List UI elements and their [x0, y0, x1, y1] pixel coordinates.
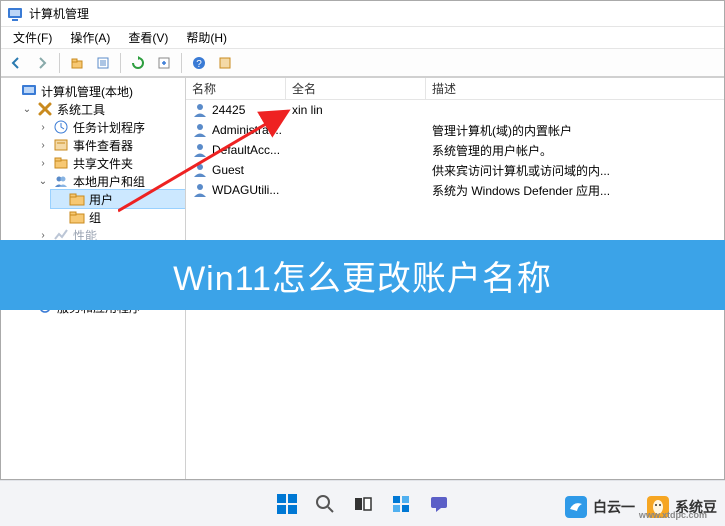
tree-node-label: 共享文件夹 [73, 155, 133, 172]
widgets-button[interactable] [387, 490, 415, 518]
export-button[interactable] [153, 52, 175, 74]
watermark-baiyun: 白云一 [565, 496, 635, 518]
user-icon [192, 142, 208, 158]
folder-icon [69, 209, 85, 225]
cell-description: 供来宾访问计算机或访问域的内... [426, 162, 724, 179]
bird-icon [565, 496, 587, 518]
list-item[interactable]: WDAGUtili... 系统为 Windows Defender 应用... [186, 180, 724, 200]
refresh-button[interactable] [127, 52, 149, 74]
cell-description: 管理计算机(域)的内置帐户 [426, 122, 724, 139]
event-icon [53, 137, 69, 153]
tree-node-label: 本地用户和组 [73, 173, 145, 190]
tree-node-task-scheduler[interactable]: › 任务计划程序 [35, 118, 185, 136]
menu-help[interactable]: 帮助(H) [178, 27, 235, 48]
menu-view[interactable]: 查看(V) [120, 27, 176, 48]
user-icon [192, 182, 208, 198]
window-title: 计算机管理 [29, 5, 89, 22]
list-item[interactable]: Administrat... 管理计算机(域)的内置帐户 [186, 120, 724, 140]
user-icon [192, 162, 208, 178]
banner-text: Win11怎么更改账户名称 [173, 251, 552, 300]
users-groups-icon [53, 173, 69, 189]
tree-node-event-viewer[interactable]: › 事件查看器 [35, 136, 185, 154]
menu-action[interactable]: 操作(A) [62, 27, 118, 48]
expander-icon[interactable]: › [37, 157, 49, 169]
list-body: 24425 xin lin Administrat... 管理计算机(域)的内置… [186, 100, 724, 200]
properties-button[interactable] [92, 52, 114, 74]
list-item[interactable]: 24425 xin lin [186, 100, 724, 120]
menu-file[interactable]: 文件(F) [5, 27, 60, 48]
expander-icon[interactable]: › [37, 139, 49, 151]
view-options-button[interactable] [214, 52, 236, 74]
tree-node-label: 用户 [89, 191, 113, 208]
titlebar[interactable]: 计算机管理 [1, 1, 724, 27]
back-button[interactable] [5, 52, 27, 74]
help-button[interactable]: ? [188, 52, 210, 74]
list-item[interactable]: DefaultAcc... 系统管理的用户帐户。 [186, 140, 724, 160]
chat-button[interactable] [425, 490, 453, 518]
start-button[interactable] [273, 490, 301, 518]
clock-icon [53, 119, 69, 135]
toolbar: ? [1, 49, 724, 77]
shared-folder-icon [53, 155, 69, 171]
task-view-button[interactable] [349, 490, 377, 518]
tree-node-label: 任务计划程序 [73, 119, 145, 136]
watermark-text: 白云一 [593, 497, 635, 517]
tools-icon [37, 101, 53, 117]
up-button[interactable] [66, 52, 88, 74]
cell-name: 24425 [212, 103, 245, 117]
svg-text:?: ? [196, 59, 202, 70]
toolbar-separator [120, 53, 121, 73]
tree-node-local-users-groups[interactable]: ⌄ 本地用户和组 [35, 172, 185, 190]
list-header: 名称 全名 描述 [186, 78, 724, 100]
watermark-xitongdou: 系统豆 www.xtdpc.com [647, 496, 717, 518]
cell-description: 系统为 Windows Defender 应用... [426, 182, 724, 199]
list-item[interactable]: Guest 供来宾访问计算机或访问域的内... [186, 160, 724, 180]
forward-button[interactable] [31, 52, 53, 74]
expander-icon[interactable]: ⌄ [21, 103, 33, 115]
column-header-description[interactable]: 描述 [426, 78, 724, 99]
toolbar-separator [59, 53, 60, 73]
expander-icon[interactable]: › [37, 121, 49, 133]
cell-fullname: xin lin [286, 103, 426, 117]
cell-name: Guest [212, 163, 244, 177]
cell-name: Administrat... [212, 123, 282, 137]
search-button[interactable] [311, 490, 339, 518]
tree-node-label: 计算机管理(本地) [41, 83, 133, 100]
tree-node-label: 组 [89, 209, 101, 226]
cell-description: 系统管理的用户帐户。 [426, 142, 724, 159]
column-header-fullname[interactable]: 全名 [286, 78, 426, 99]
tree-node-root[interactable]: 计算机管理(本地) [3, 82, 185, 100]
expander-icon[interactable]: ⌄ [37, 175, 49, 187]
toolbar-separator [181, 53, 182, 73]
tree-node-system-tools[interactable]: ⌄ 系统工具 [19, 100, 185, 118]
overlay-banner: Win11怎么更改账户名称 [0, 240, 725, 310]
column-header-name[interactable]: 名称 [186, 78, 286, 99]
menubar: 文件(F) 操作(A) 查看(V) 帮助(H) [1, 27, 724, 49]
tree-node-label: 系统工具 [57, 101, 105, 118]
app-icon [7, 6, 23, 22]
user-icon [192, 102, 208, 118]
watermark-group: 白云一 系统豆 www.xtdpc.com [565, 496, 717, 518]
tree-node-label: 事件查看器 [73, 137, 133, 154]
computer-icon [21, 83, 37, 99]
cell-name: WDAGUtili... [212, 183, 279, 197]
watermark-url: www.xtdpc.com [639, 510, 707, 520]
folder-icon [69, 191, 85, 207]
tree-node-users[interactable]: 用户 [51, 190, 185, 208]
tree-node-shared-folders[interactable]: › 共享文件夹 [35, 154, 185, 172]
cell-name: DefaultAcc... [212, 143, 280, 157]
user-icon [192, 122, 208, 138]
tree-node-groups[interactable]: 组 [51, 208, 185, 226]
